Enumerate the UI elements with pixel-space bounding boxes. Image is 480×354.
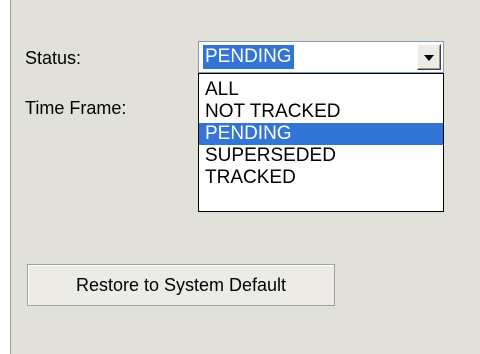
- time-frame-label: Time Frame:: [25, 98, 127, 118]
- status-option-superseded[interactable]: SUPERSEDED: [199, 145, 443, 167]
- status-select[interactable]: PENDING: [198, 41, 444, 73]
- status-option-tracked[interactable]: TRACKED: [199, 167, 443, 189]
- restore-default-button[interactable]: Restore to System Default: [27, 264, 335, 306]
- status-dropdown-list: ALL NOT TRACKED PENDING SUPERSEDED TRACK…: [198, 73, 444, 212]
- chevron-down-icon: [424, 55, 434, 61]
- status-option-all[interactable]: ALL: [199, 79, 443, 101]
- status-dropdown-button[interactable]: [417, 44, 441, 70]
- status-option-not-tracked[interactable]: NOT TRACKED: [199, 101, 443, 123]
- status-select-value: PENDING: [203, 45, 294, 69]
- status-label: Status:: [25, 48, 82, 68]
- status-option-pending[interactable]: PENDING: [199, 123, 443, 145]
- settings-panel: Status: Time Frame: PENDING ALL NOT TRAC…: [10, 0, 480, 354]
